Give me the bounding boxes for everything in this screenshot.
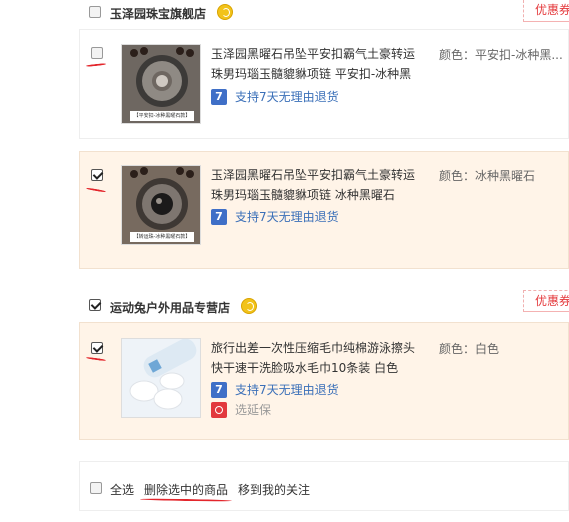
product-thumbnail[interactable]: 【转运珠-冰种黑曜石款】: [121, 165, 201, 245]
service-row: 7 支持7天无理由退货: [211, 89, 351, 107]
return-policy-link[interactable]: 支持7天无理由退货: [235, 89, 339, 105]
extended-warranty-row: 选延保: [211, 402, 311, 420]
cart-item: 【转运珠-冰种黑曜石款】 玉泽园黑曜石吊坠平安扣霸气土豪转运珠男玛瑙玉髓貔貅项链…: [79, 151, 569, 269]
cart-item: 旅行出差一次性压缩毛巾纯棉游泳擦头快干速干洗脸吸水毛巾10条装 白色 颜色：白色…: [79, 322, 569, 440]
coin-icon: [241, 298, 257, 314]
warranty-icon: [211, 402, 227, 418]
cart-footer-bar: 全选 删除选中的商品 移到我的关注: [79, 461, 569, 511]
select-all-checkbox[interactable]: [90, 482, 102, 494]
shop-checkbox-yundongtu[interactable]: [89, 299, 101, 311]
select-all-label[interactable]: 全选: [110, 481, 134, 498]
shop-name[interactable]: 运动兔户外用品专营店: [110, 299, 230, 316]
product-property: 颜色：冰种黑曜石: [439, 169, 536, 183]
product-thumbnail[interactable]: [121, 338, 201, 418]
service-row: 7 支持7天无理由退货: [211, 382, 351, 400]
product-title[interactable]: 玉泽园黑曜石吊坠平安扣霸气土豪转运珠男玛瑙玉髓貔貅项链 平安扣-冰种黑: [211, 44, 423, 84]
service-row: 7 支持7天无理由退货: [211, 209, 351, 227]
shop-name[interactable]: 玉泽园珠宝旗舰店: [110, 5, 206, 22]
product-thumbnail[interactable]: 【平安扣-冰种黑曜石款】: [121, 44, 201, 124]
extended-warranty-link[interactable]: 选延保: [235, 402, 271, 418]
return-policy-icon: 7: [211, 382, 227, 398]
product-property: 颜色：平安扣-冰种黑...: [439, 48, 563, 62]
thumbnail-caption: 【转运珠-冰种黑曜石款】: [133, 234, 191, 240]
coupon-button[interactable]: 优惠券: [523, 290, 569, 312]
cart-item: 【平安扣-冰种黑曜石款】 玉泽园黑曜石吊坠平安扣霸气土豪转运珠男玛瑙玉髓貔貅项链…: [79, 29, 569, 139]
move-to-follow-link[interactable]: 移到我的关注: [238, 481, 310, 498]
product-title[interactable]: 旅行出差一次性压缩毛巾纯棉游泳擦头快干速干洗脸吸水毛巾10条装 白色: [211, 338, 423, 378]
item-checkbox[interactable]: [91, 47, 103, 59]
coupon-button[interactable]: 优惠券: [523, 0, 569, 22]
product-title[interactable]: 玉泽园黑曜石吊坠平安扣霸气土豪转运珠男玛瑙玉髓貔貅项链 冰种黑曜石: [211, 165, 423, 205]
coin-icon: [217, 4, 233, 20]
item-checkbox[interactable]: [91, 169, 103, 181]
return-policy-link[interactable]: 支持7天无理由退货: [235, 209, 339, 225]
return-policy-link[interactable]: 支持7天无理由退货: [235, 382, 339, 398]
shop-checkbox-yuzeyuan[interactable]: [89, 6, 101, 18]
return-policy-icon: 7: [211, 209, 227, 225]
item-checkbox[interactable]: [91, 342, 103, 354]
return-policy-icon: 7: [211, 89, 227, 105]
product-property: 颜色：白色: [439, 342, 500, 356]
thumbnail-caption: 【平安扣-冰种黑曜石款】: [133, 113, 191, 119]
delete-selected-link[interactable]: 删除选中的商品: [144, 481, 228, 498]
